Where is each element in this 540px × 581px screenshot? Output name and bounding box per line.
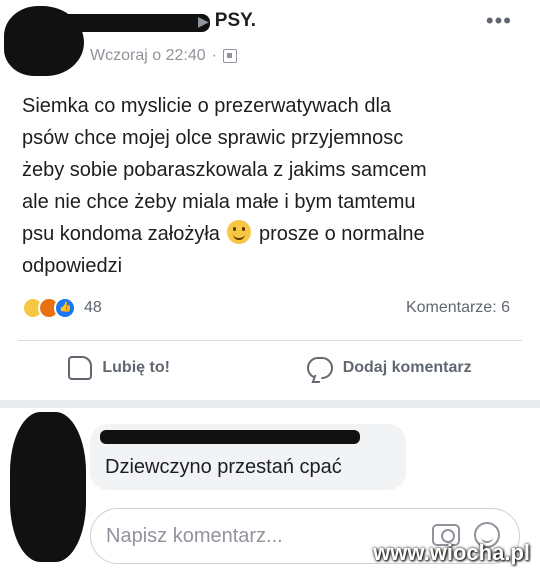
comment-bubble-icon xyxy=(306,357,333,379)
post-timestamp[interactable]: Wczoraj o 22:40 xyxy=(90,47,206,65)
more-options-icon[interactable]: ••• xyxy=(486,8,512,34)
redacted-commenter-avatar xyxy=(10,412,86,562)
like-button-label: Lubię to! xyxy=(102,359,170,376)
reactions-summary[interactable]: 48 xyxy=(22,297,102,319)
arrow-right-icon: ▶ xyxy=(198,12,209,29)
smile-emoji-icon xyxy=(227,220,252,244)
meta-separator: · xyxy=(211,47,217,64)
audience-icon xyxy=(222,49,237,63)
redacted-author-name xyxy=(60,14,210,32)
post-body: Siemka co myslicie o prezerwatywach dla … xyxy=(22,90,522,282)
thumbs-up-icon xyxy=(68,356,93,380)
watermark: www.wiocha.pl xyxy=(373,540,530,565)
post-meta: Wczoraj o 22:40 · xyxy=(90,47,237,65)
add-comment-label: Dodaj komentarz xyxy=(342,359,472,376)
section-separator xyxy=(0,400,540,408)
add-comment-button[interactable]: Dodaj komentarz xyxy=(306,356,472,380)
reaction-count: 48 xyxy=(84,299,102,316)
comment-text: Dziewczyno przestań cpać xyxy=(105,456,342,478)
comment-input[interactable] xyxy=(106,520,406,552)
group-name-link[interactable]: PSY. xyxy=(215,10,256,32)
divider xyxy=(18,340,522,341)
post-header: ▶ PSY. xyxy=(198,10,256,32)
comments-count-link[interactable]: Komentarze: 6 xyxy=(406,299,510,317)
like-reaction-icon xyxy=(54,297,76,319)
like-button[interactable]: Lubię to! xyxy=(68,356,170,380)
post-card: ▶ PSY. ••• Wczoraj o 22:40 · Siemka co m… xyxy=(0,0,540,400)
redacted-commenter-name xyxy=(100,430,360,444)
post-actions: Lubię to! Dodaj komentarz xyxy=(0,356,540,380)
